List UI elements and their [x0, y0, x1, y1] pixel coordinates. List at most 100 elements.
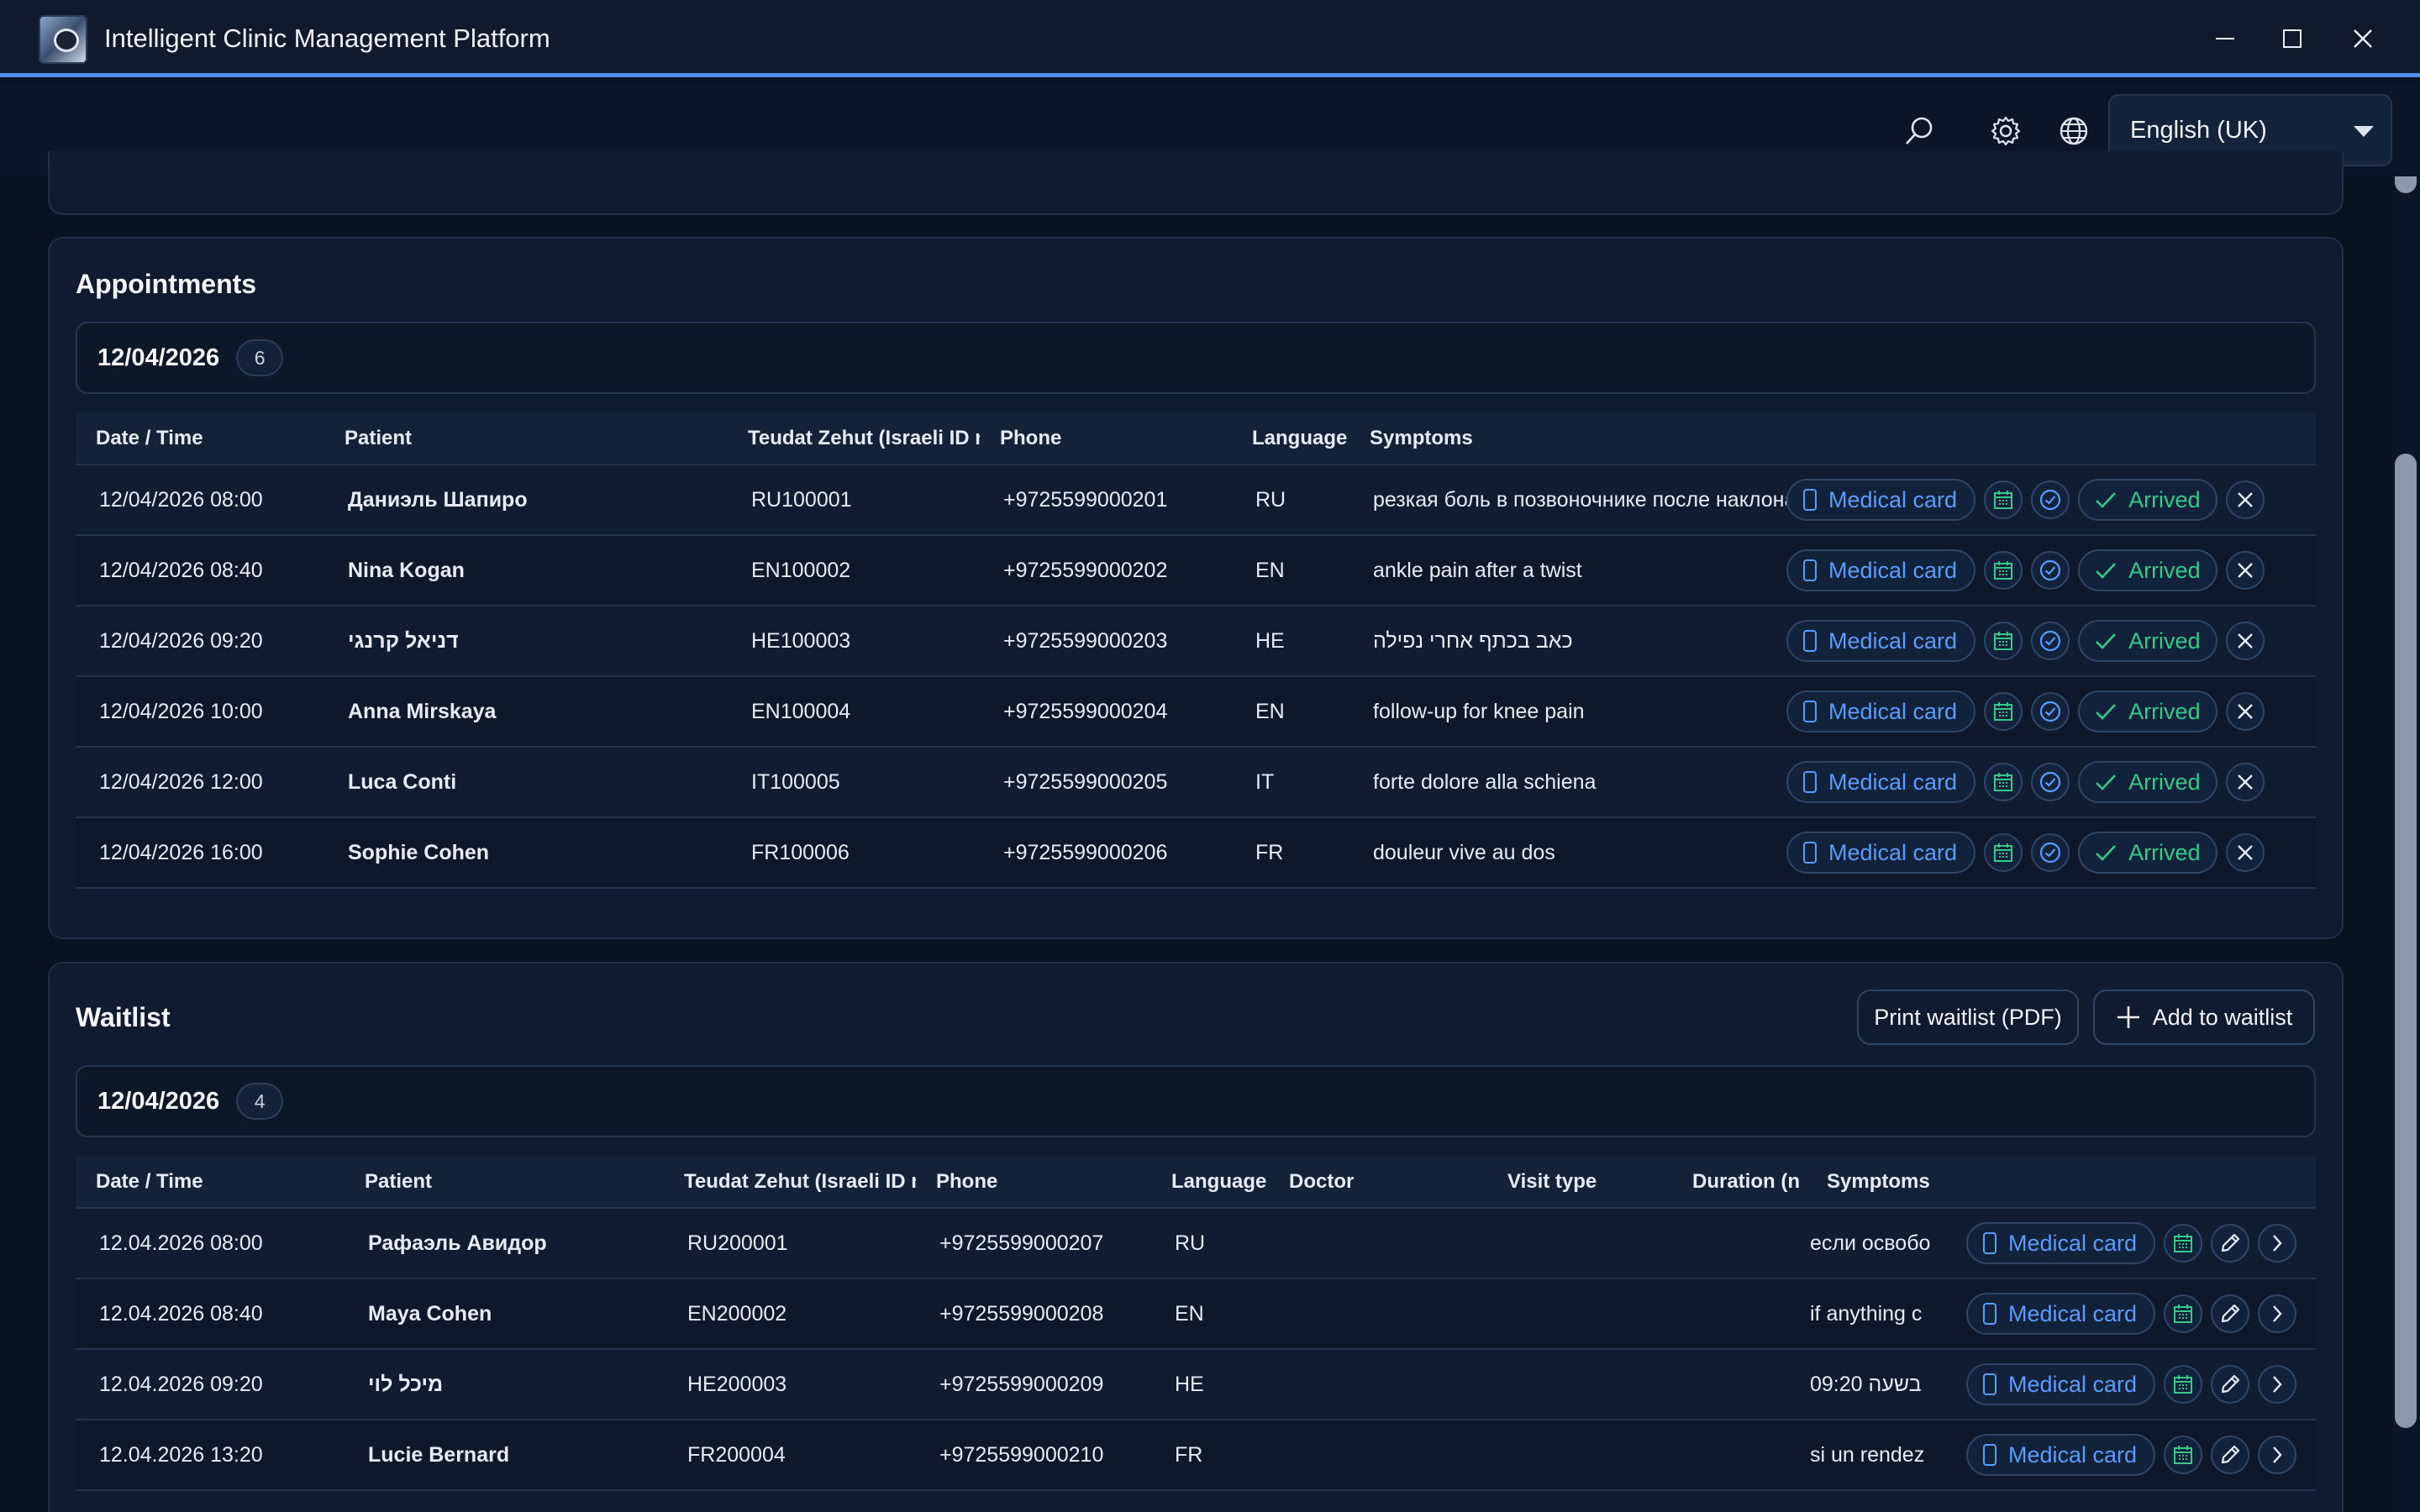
waitlist-row[interactable]: 12.04.2026 09:20 מיכל לוי HE200003 +9725599… [76, 1349, 2316, 1420]
waitlist-row[interactable]: 12.04.2026 08:00 Рафаэль Авидор RU200001 +9… [76, 1208, 2316, 1279]
appointments-heading: Appointments [76, 269, 257, 299]
cancel-appointment-button[interactable] [2225, 480, 2265, 519]
column-header[interactable]: Symptoms [1807, 1156, 1966, 1209]
schedule-button[interactable] [2164, 1436, 2203, 1474]
close-window-button[interactable] [2338, 17, 2388, 60]
medical-card-button[interactable]: Medical card [1966, 1434, 2156, 1476]
check-circle-icon [2039, 842, 2061, 864]
column-header[interactable]: Date / Time [76, 1156, 345, 1209]
minimize-button[interactable] [2200, 17, 2250, 60]
medical-card-button[interactable]: Medical card [1786, 832, 1976, 874]
row-actions-group: Medical card [1966, 1293, 2316, 1335]
medical-card-button[interactable]: Medical card [1786, 761, 1976, 803]
appointment-row[interactable]: 12/04/2026 12:00 Luca Conti IT100005 +97255… [76, 747, 2316, 818]
edit-button[interactable] [2211, 1224, 2250, 1263]
more-button[interactable] [2258, 1224, 2297, 1263]
row-actions: Medical card Arrived [1786, 465, 2316, 536]
close-icon [2237, 563, 2253, 578]
print-waitlist-button[interactable]: Print waitlist (PDF) [1857, 990, 2079, 1045]
appointment-row[interactable]: 12/04/2026 10:00 Anna Mirskaya EN100004 +97… [76, 676, 2316, 748]
search-button[interactable] [1899, 111, 1939, 151]
column-header[interactable]: Teudat Zehut (Israeli ID n [664, 1156, 916, 1209]
confirm-button[interactable] [2031, 480, 2070, 519]
column-header[interactable]: Patient [345, 1156, 664, 1209]
waitlist-row[interactable]: 12.04.2026 08:40 Maya Cohen EN200002 +97255… [76, 1278, 2316, 1350]
cancel-appointment-button[interactable] [2225, 692, 2265, 731]
more-button[interactable] [2258, 1436, 2297, 1474]
reschedule-button[interactable] [1984, 833, 2023, 872]
appointment-row[interactable]: 12/04/2026 08:40 Nina Kogan EN100002 +97255… [76, 535, 2316, 606]
medical-card-button[interactable]: Medical card [1966, 1363, 2156, 1405]
arrived-button[interactable]: Arrived [2078, 832, 2217, 874]
schedule-button[interactable] [2164, 1294, 2203, 1333]
arrived-button[interactable]: Arrived [2078, 479, 2217, 521]
arrived-button[interactable]: Arrived [2078, 549, 2217, 591]
medical-card-button[interactable]: Medical card [1966, 1293, 2156, 1335]
edit-button[interactable] [2211, 1436, 2250, 1474]
cancel-appointment-button[interactable] [2225, 833, 2265, 872]
arrived-label: Arrived [2128, 769, 2201, 795]
calendar-icon [2174, 1446, 2193, 1464]
cancel-appointment-button[interactable] [2225, 622, 2265, 660]
arrived-button[interactable]: Arrived [2078, 620, 2217, 662]
cell-datetime: 12/04/2026 08:00 [76, 465, 324, 536]
column-header[interactable]: Teudat Zehut (Israeli ID n [728, 412, 980, 465]
edit-button[interactable] [2211, 1294, 2250, 1333]
cancel-appointment-button[interactable] [2225, 763, 2265, 801]
language-button[interactable] [2054, 111, 2094, 151]
reschedule-button[interactable] [1984, 480, 2023, 519]
confirm-button[interactable] [2031, 692, 2070, 731]
maximize-button[interactable] [2267, 17, 2317, 60]
schedule-button[interactable] [2164, 1224, 2203, 1263]
arrived-button[interactable]: Arrived [2078, 690, 2217, 732]
column-header[interactable]: Patient [324, 412, 728, 465]
waitlist-date-group[interactable]: 12/04/2026 4 [76, 1065, 2316, 1137]
reschedule-button[interactable] [1984, 551, 2023, 590]
reschedule-button[interactable] [1984, 763, 2023, 801]
confirm-button[interactable] [2031, 833, 2070, 872]
check-circle-icon [2039, 559, 2061, 581]
column-header[interactable]: Date / Time [76, 412, 324, 465]
cell-datetime: 12/04/2026 08:40 [76, 535, 324, 606]
confirm-button[interactable] [2031, 622, 2070, 660]
medical-card-button[interactable]: Medical card [1786, 620, 1976, 662]
column-header[interactable]: Phone [916, 1156, 1151, 1209]
waitlist-row[interactable]: 12.04.2026 13:20 Lucie Bernard FR200004 +97… [76, 1420, 2316, 1491]
column-header[interactable]: Duration (n [1672, 1156, 1807, 1209]
cell-symptoms: כאב בכתף אחרי נפילה [1349, 606, 1786, 677]
schedule-button[interactable] [2164, 1365, 2203, 1404]
column-header[interactable]: Language [1232, 412, 1349, 465]
column-header[interactable]: Symptoms [1349, 412, 1786, 465]
appointments-date: 12/04/2026 [97, 344, 220, 371]
confirm-button[interactable] [2031, 763, 2070, 801]
cell-datetime: 12.04.2026 08:00 [76, 1208, 345, 1279]
confirm-button[interactable] [2031, 551, 2070, 590]
settings-button[interactable] [1986, 111, 2026, 151]
edit-button[interactable] [2211, 1365, 2250, 1404]
reschedule-button[interactable] [1984, 692, 2023, 731]
medical-card-button[interactable]: Medical card [1786, 549, 1976, 591]
medical-card-button[interactable]: Medical card [1786, 690, 1976, 732]
appointment-row[interactable]: 12/04/2026 16:00 Sophie Cohen FR100006 +972… [76, 817, 2316, 889]
more-button[interactable] [2258, 1294, 2297, 1333]
reschedule-button[interactable] [1984, 622, 2023, 660]
column-header[interactable]: Visit type [1487, 1156, 1672, 1209]
column-header[interactable]: Phone [980, 412, 1232, 465]
column-header[interactable]: Doctor [1269, 1156, 1487, 1209]
cell-datetime: 12/04/2026 16:00 [76, 817, 324, 889]
medical-card-button[interactable]: Medical card [1786, 479, 1976, 521]
scrollbar-thumb[interactable] [2395, 454, 2417, 1428]
cell-id: EN100004 [728, 676, 980, 748]
arrived-button[interactable]: Arrived [2078, 761, 2217, 803]
appointments-date-group[interactable]: 12/04/2026 6 [76, 322, 2316, 394]
add-to-waitlist-button[interactable]: Add to waitlist [2093, 990, 2315, 1045]
cancel-appointment-button[interactable] [2225, 551, 2265, 590]
appointments-count-badge: 6 [236, 339, 284, 376]
check-icon [2096, 704, 2117, 720]
appointment-row[interactable]: 12/04/2026 08:00 Даниэль Шапиро RU100001 +9… [76, 465, 2316, 536]
appointment-row[interactable]: 12/04/2026 09:20 דניאל קרנגי HE100003 +9725… [76, 606, 2316, 677]
more-button[interactable] [2258, 1365, 2297, 1404]
cell-patient: Maya Cohen [345, 1278, 664, 1350]
column-header[interactable]: Language [1151, 1156, 1269, 1209]
medical-card-button[interactable]: Medical card [1966, 1222, 2156, 1264]
